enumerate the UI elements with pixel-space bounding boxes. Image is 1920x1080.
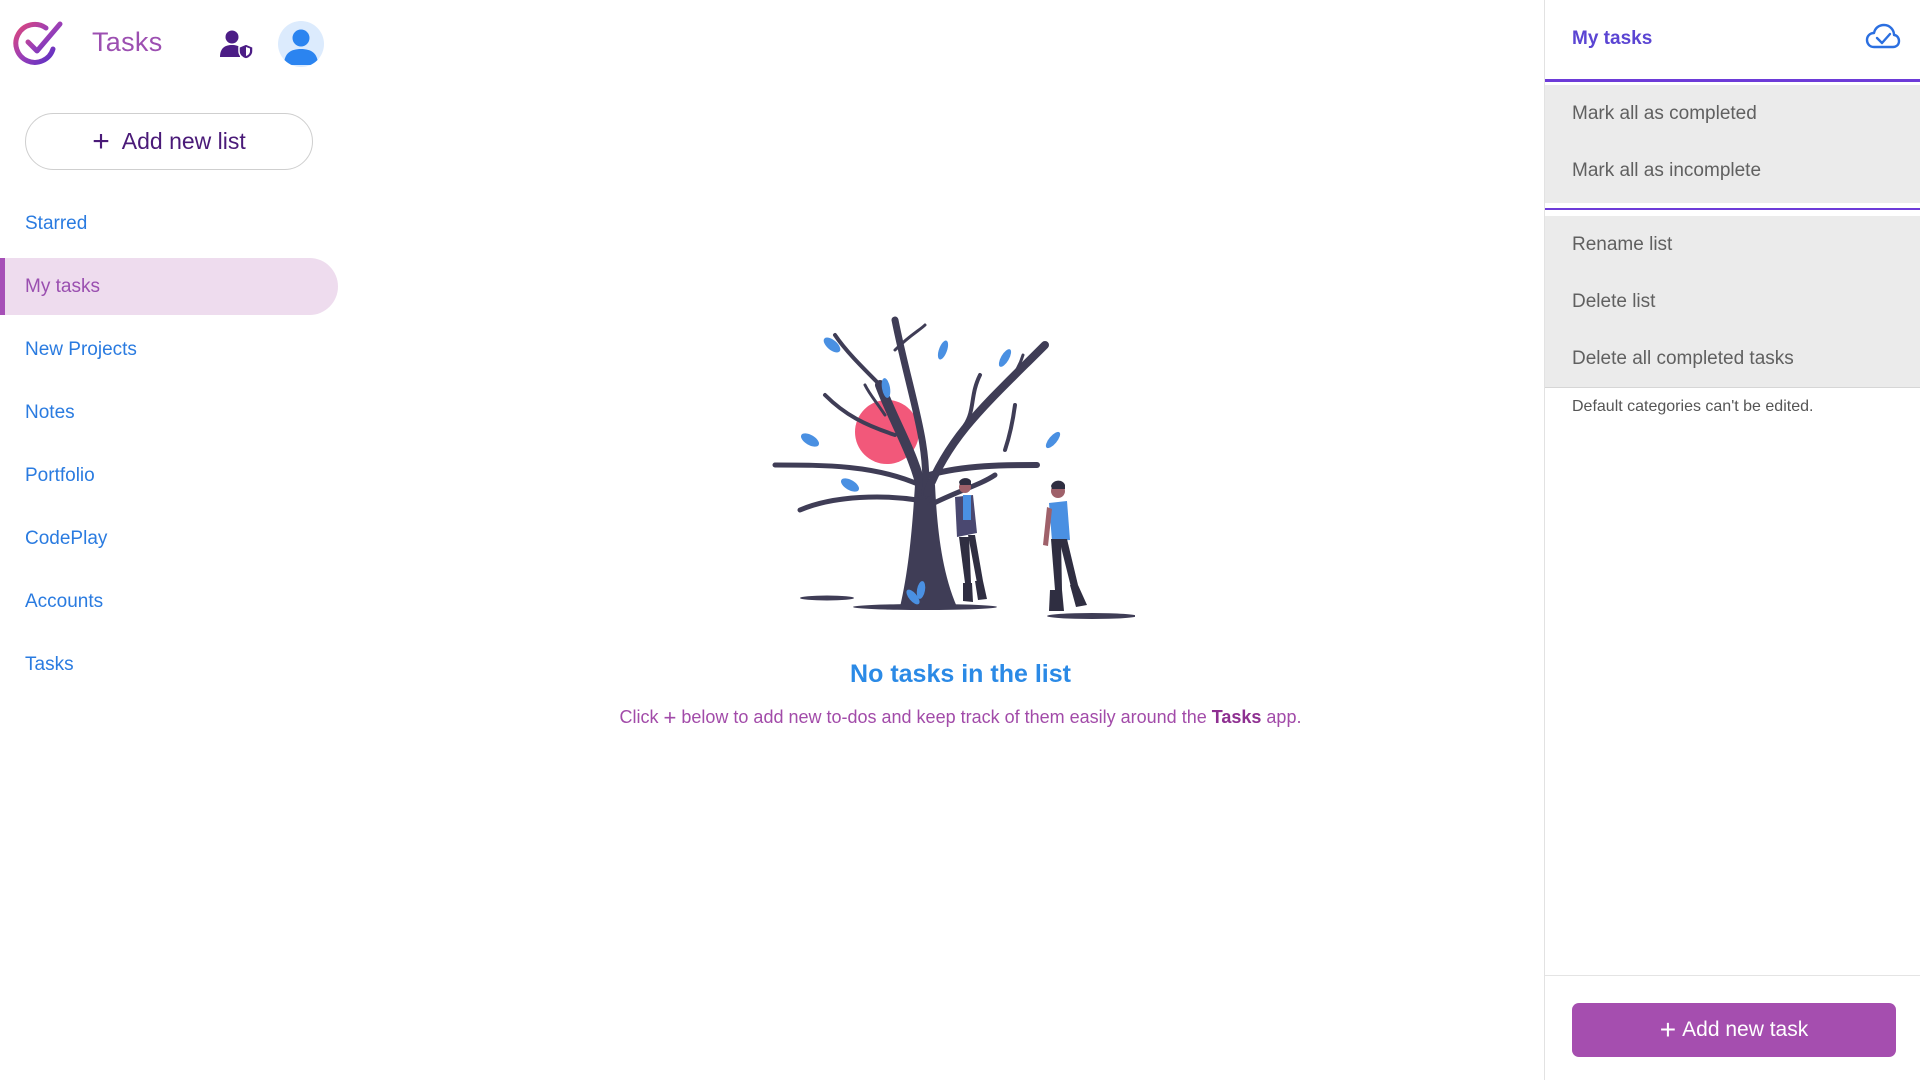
sidebar-item-label: New Projects [25,338,137,360]
tree-people-illustration [772,316,1135,619]
action-label: Rename list [1572,233,1673,255]
rename-list-button[interactable]: Rename list [1545,216,1920,273]
add-new-list-label: Add new list [121,128,246,154]
add-new-task-button[interactable]: + Add new task [1572,1003,1896,1057]
mark-all-incomplete-button[interactable]: Mark all as incomplete [1545,142,1920,199]
empty-sub-middle: below to add new to-dos and keep track o… [676,707,1212,727]
sidebar-item-label: Accounts [25,590,104,612]
plus-icon: + [92,124,110,158]
action-label: Delete all completed tasks [1572,347,1794,369]
panel-divider [1545,208,1920,210]
delete-completed-tasks-button[interactable]: Delete all completed tasks [1545,330,1920,387]
cloud-check-icon[interactable] [1865,22,1901,52]
action-label: Mark all as completed [1572,102,1757,124]
sidebar-item-portfolio[interactable]: Portfolio [0,447,345,504]
user-shield-icon[interactable] [219,28,255,60]
sidebar-item-tasks[interactable]: Tasks [0,636,345,693]
app-header: Tasks [0,0,345,90]
sidebar-item-codeplay[interactable]: CodePlay [0,510,345,567]
delete-list-button[interactable]: Delete list [1545,273,1920,330]
list-nav: Starred My tasks New Projects Notes Port… [0,195,345,699]
sidebar-item-notes[interactable]: Notes [0,384,345,441]
panel-actions-list: Rename list Delete list Delete all compl… [1545,216,1920,388]
sidebar: Tasks + Add new list Starred My tasks Ne… [0,0,345,1080]
sidebar-item-my-tasks[interactable]: My tasks [0,258,338,315]
sidebar-item-new-projects[interactable]: New Projects [0,321,345,378]
add-new-list-button[interactable]: + Add new list [25,113,313,170]
list-options-panel: My tasks Mark all as completed Mark all … [1544,0,1920,1080]
empty-sub-suffix: app. [1261,707,1302,727]
panel-footer: + Add new task [1545,975,1920,1080]
sidebar-item-label: My tasks [25,275,100,297]
sidebar-item-label: Notes [25,401,75,423]
default-category-note: Default categories can't be edited. [1572,398,1814,415]
empty-state-title: No tasks in the list [850,660,1071,688]
check-circle-logo-icon [13,21,63,65]
empty-state-subtitle: Click + below to add new to-dos and keep… [345,705,1576,731]
empty-sub-app-name: Tasks [1211,707,1262,727]
sidebar-item-label: CodePlay [25,527,108,549]
plus-icon: + [663,705,677,730]
panel-title: My tasks [1572,28,1653,49]
empty-sub-prefix: Click [619,707,659,727]
sidebar-item-label: Starred [25,212,88,234]
plus-icon: + [1659,1014,1677,1045]
app-title: Tasks [92,27,163,57]
user-avatar-icon[interactable] [278,21,324,67]
sidebar-item-accounts[interactable]: Accounts [0,573,345,630]
main-content: No tasks in the list Click + below to ad… [345,0,1545,1080]
sidebar-item-label: Tasks [25,653,74,675]
panel-actions-completion: Mark all as completed Mark all as incomp… [1545,85,1920,203]
sidebar-item-label: Portfolio [25,464,95,486]
panel-header: My tasks [1545,0,1920,82]
mark-all-completed-button[interactable]: Mark all as completed [1545,85,1920,142]
action-label: Delete list [1572,290,1656,312]
action-label: Mark all as incomplete [1572,159,1762,181]
sidebar-item-starred[interactable]: Starred [0,195,345,252]
add-new-task-label: Add new task [1682,1018,1809,1041]
